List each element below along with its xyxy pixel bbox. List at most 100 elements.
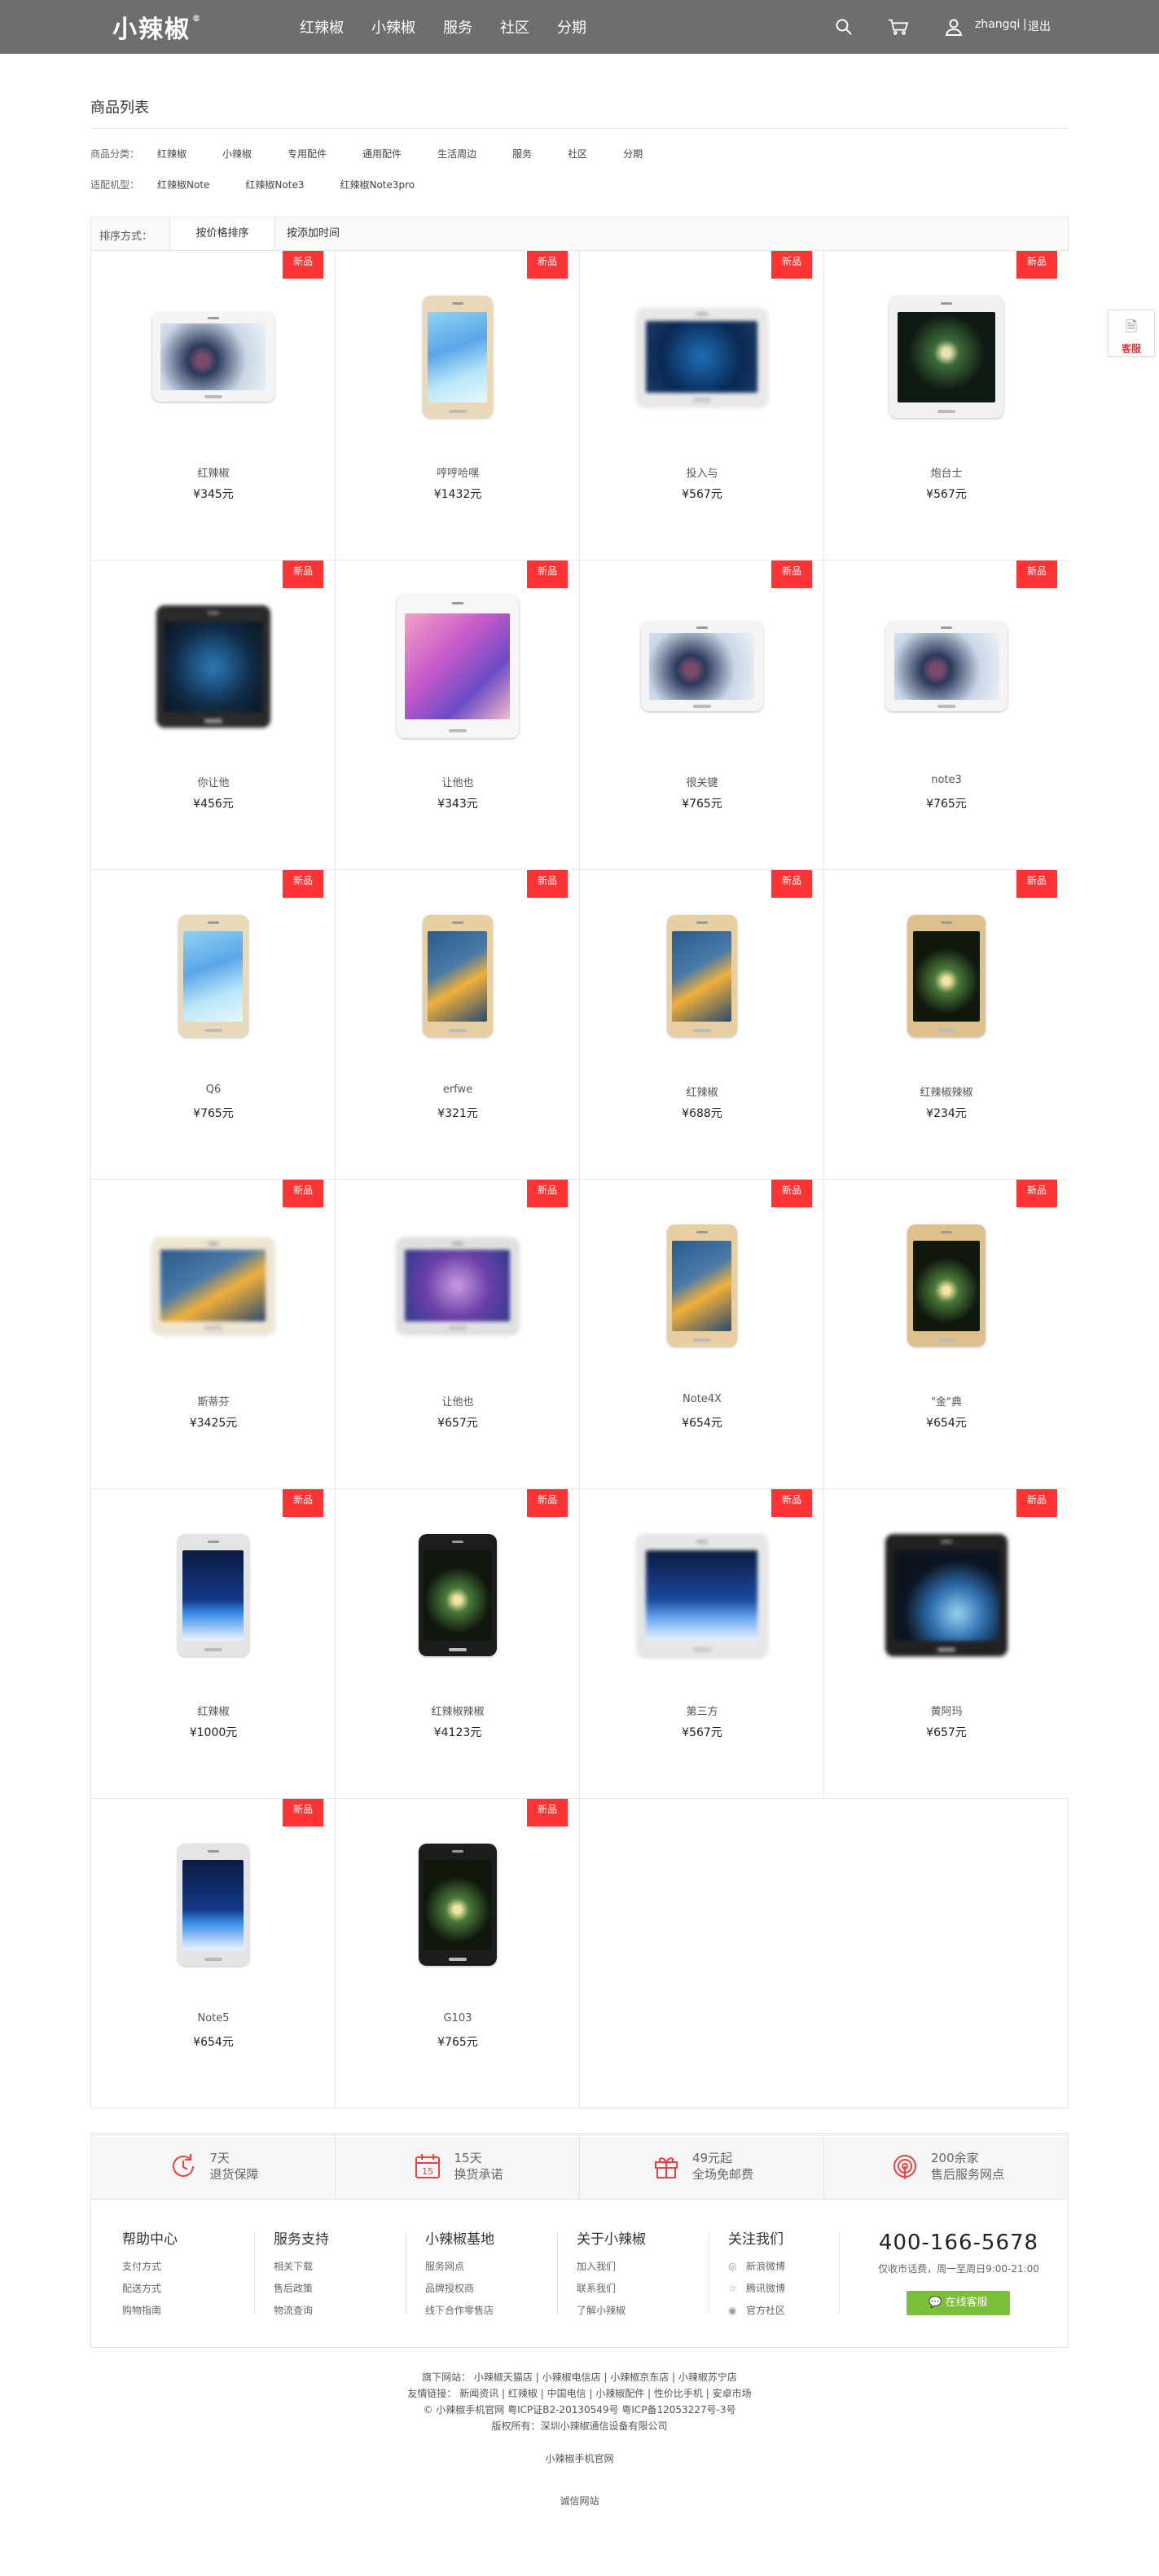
footer-link[interactable]: 品牌授权商 (425, 2278, 547, 2300)
product-name[interactable]: 红辣椒 (91, 1703, 336, 1718)
product-name[interactable]: G103 (336, 2012, 580, 2024)
logout-link[interactable]: 退出 (1028, 18, 1051, 34)
category-community[interactable]: 社区 (568, 147, 587, 160)
category-installment[interactable]: 分期 (623, 147, 643, 160)
official-site-badge[interactable]: 小辣椒手机官网 (0, 2451, 1159, 2467)
product-card[interactable]: 新品 你让他 ¥456元 (91, 560, 336, 870)
nav-item-community[interactable]: 社区 (500, 16, 529, 37)
product-card[interactable]: 新品 G103 ¥765元 (336, 1799, 580, 2108)
product-image[interactable] (148, 1523, 279, 1667)
tencent-weibo-link[interactable]: ☆ 腾讯微博 (728, 2278, 850, 2300)
product-name[interactable]: 红辣椒辣椒 (336, 1703, 580, 1718)
search-icon[interactable] (833, 16, 854, 37)
footer-link[interactable]: 加入我们 (577, 2256, 699, 2278)
nav-item-installment[interactable]: 分期 (557, 16, 586, 37)
product-name[interactable]: 炮台士 (824, 464, 1069, 480)
service-network[interactable]: 200余家 售后服务网点 (824, 2134, 1069, 2199)
product-image[interactable] (637, 1214, 767, 1357)
product-name[interactable]: 黄阿玛 (824, 1703, 1069, 1718)
product-image[interactable] (636, 285, 767, 429)
product-image[interactable] (637, 595, 767, 738)
product-name[interactable]: 让他也 (336, 1393, 580, 1409)
cart-icon[interactable] (888, 16, 909, 37)
product-name[interactable]: Q6 (91, 1084, 336, 1096)
brand-logo[interactable]: 小辣椒 ® (112, 10, 202, 45)
model-note3pro[interactable]: 红辣椒Note3pro (340, 178, 415, 191)
online-service-button[interactable]: 💬 在线客服 (907, 2291, 1010, 2315)
product-image[interactable] (881, 904, 1012, 1048)
footer-link[interactable]: 线下合作零售店 (425, 2300, 547, 2322)
nav-item-xiaola[interactable]: 小辣椒 (371, 16, 415, 37)
user-icon[interactable] (943, 16, 964, 37)
product-image[interactable] (881, 1214, 1012, 1357)
product-card[interactable]: 新品 "金"典 ¥654元 (824, 1180, 1069, 1489)
category-special-accessory[interactable]: 专用配件 (288, 147, 327, 160)
product-image[interactable] (881, 285, 1012, 429)
footer-link[interactable]: 联系我们 (577, 2278, 699, 2300)
footer-link[interactable]: 购物指南 (122, 2300, 244, 2322)
sina-weibo-link[interactable]: ◎ 新浪微博 (728, 2256, 850, 2278)
product-name[interactable]: 你让他 (91, 774, 336, 789)
footer-link[interactable]: 物流查询 (274, 2300, 396, 2322)
service-shipping[interactable]: 49元起 全场免邮费 (580, 2134, 824, 2199)
footer-link[interactable]: 配送方式 (122, 2278, 244, 2300)
product-card[interactable]: 新品 Note4X ¥654元 (580, 1180, 824, 1489)
product-name[interactable]: 红辣椒 (91, 464, 336, 480)
product-name[interactable]: Note4X (580, 1393, 824, 1405)
category-general-accessory[interactable]: 通用配件 (362, 147, 402, 160)
footer-link[interactable]: 了解小辣椒 (577, 2300, 699, 2322)
product-card[interactable]: 新品 很关键 ¥765元 (580, 560, 824, 870)
category-hongla[interactable]: 红辣椒 (157, 147, 187, 160)
product-name[interactable]: 哼哼哈嘿 (336, 464, 580, 480)
nav-item-service[interactable]: 服务 (443, 16, 472, 37)
product-name[interactable]: "金"典 (824, 1393, 1069, 1409)
friend-links[interactable]: 友情链接： 新闻资讯 | 红辣椒 | 中国电信 | 小辣椒配件 | 性价比手机 … (0, 2385, 1159, 2402)
product-card[interactable]: 新品 黄阿玛 ¥657元 (824, 1489, 1069, 1799)
product-name[interactable]: 红辣椒辣椒 (824, 1084, 1069, 1099)
category-lifestyle[interactable]: 生活周边 (437, 147, 476, 160)
product-image[interactable] (393, 1214, 523, 1357)
product-card[interactable]: 新品 哼哼哈嘿 ¥1432元 (336, 251, 580, 560)
product-card[interactable]: 新品 第三方 ¥567元 (580, 1489, 824, 1799)
service-exchange[interactable]: 15 15天 换货承诺 (336, 2134, 580, 2199)
product-name[interactable]: 投入与 (580, 464, 824, 480)
product-name[interactable]: 红辣椒 (580, 1084, 824, 1099)
footer-link[interactable]: 相关下载 (274, 2256, 396, 2278)
product-image[interactable] (148, 904, 279, 1048)
product-image[interactable] (393, 904, 523, 1048)
username-link[interactable]: zhangqi (975, 18, 1020, 31)
product-name[interactable]: note3 (824, 774, 1069, 786)
nav-item-hongla[interactable]: 红辣椒 (300, 16, 344, 37)
official-community-link[interactable]: ◉ 官方社区 (728, 2300, 850, 2322)
product-image[interactable] (148, 1833, 279, 1976)
sort-by-price-button[interactable]: 按价格排序 (169, 218, 275, 250)
product-name[interactable]: 斯蒂芬 (91, 1393, 336, 1409)
product-card[interactable]: 新品 红辣椒辣椒 ¥4123元 (336, 1489, 580, 1799)
product-card[interactable]: 新品 投入与 ¥567元 (580, 251, 824, 560)
product-image[interactable] (636, 1523, 767, 1667)
product-image[interactable] (148, 285, 279, 429)
product-image[interactable] (393, 1523, 523, 1667)
footer-link[interactable]: 服务网点 (425, 2256, 547, 2278)
product-card[interactable]: 新品 Note5 ¥654元 (91, 1799, 336, 2108)
product-image[interactable] (393, 1833, 523, 1976)
sister-sites[interactable]: 旗下网站： 小辣椒天猫店 | 小辣椒电信店 | 小辣椒京东店 | 小辣椒苏宁店 (0, 2369, 1159, 2385)
product-image[interactable] (637, 904, 767, 1048)
product-card[interactable]: 新品 红辣椒 ¥345元 (91, 251, 336, 560)
product-card[interactable]: 新品 让他也 ¥343元 (336, 560, 580, 870)
product-name[interactable]: erfwe (336, 1084, 580, 1096)
product-image[interactable] (148, 1214, 279, 1357)
product-card[interactable]: 新品 红辣椒 ¥688元 (580, 870, 824, 1180)
product-card[interactable]: 新品 note3 ¥765元 (824, 560, 1069, 870)
product-image[interactable] (881, 1523, 1012, 1667)
product-card[interactable]: 新品 斯蒂芬 ¥3425元 (91, 1180, 336, 1489)
honest-site-badge[interactable]: 诚信网站 (0, 2493, 1159, 2509)
product-card[interactable]: 新品 erfwe ¥321元 (336, 870, 580, 1180)
product-image[interactable] (393, 595, 523, 738)
product-name[interactable]: Note5 (91, 2012, 336, 2024)
footer-link[interactable]: 售后政策 (274, 2278, 396, 2300)
floating-service-button[interactable]: 🗎 客服 (1108, 310, 1155, 357)
product-name[interactable]: 很关键 (580, 774, 824, 789)
footer-link[interactable]: 支付方式 (122, 2256, 244, 2278)
product-name[interactable]: 让他也 (336, 774, 580, 789)
